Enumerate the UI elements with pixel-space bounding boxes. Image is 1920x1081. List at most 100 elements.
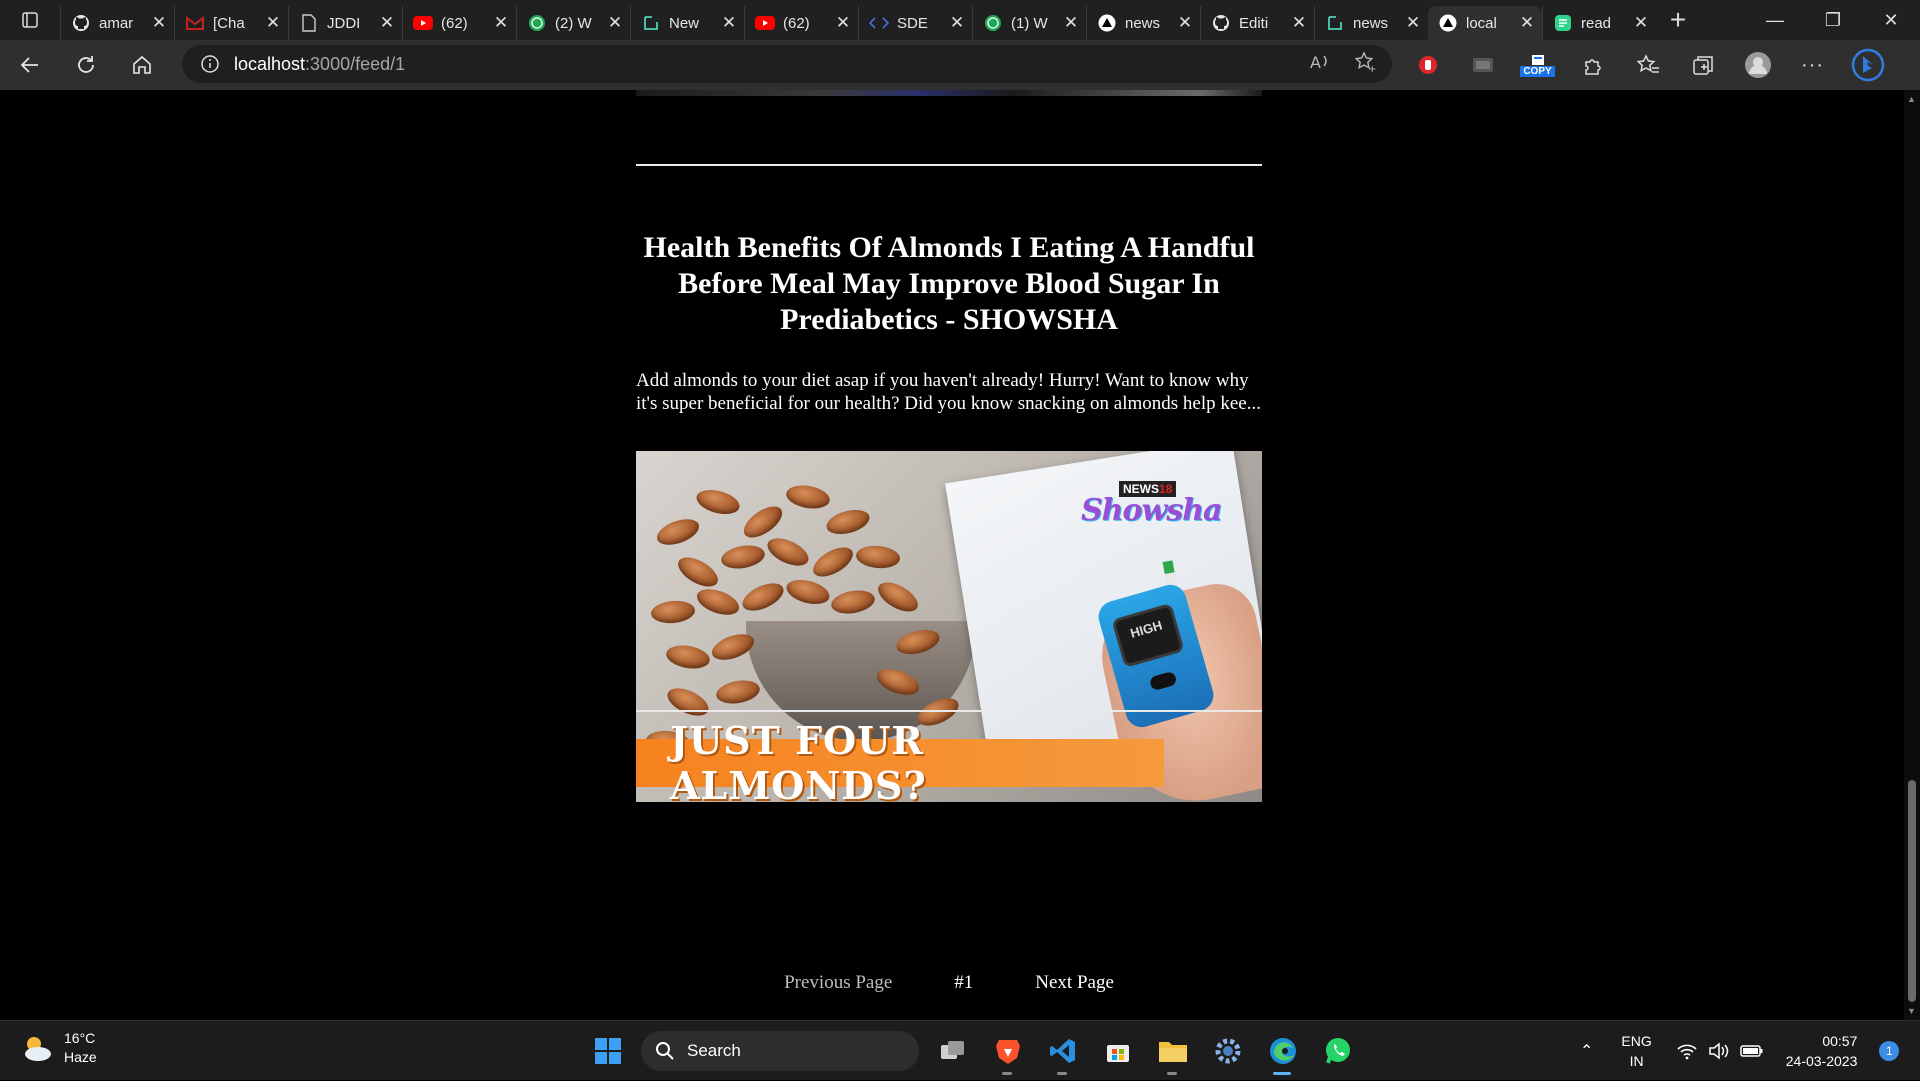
previous-page-button[interactable]: Previous Page [784, 972, 892, 994]
add-favorite-icon[interactable]: + [1354, 51, 1376, 73]
edge-app[interactable] [1255, 1027, 1310, 1075]
running-indicator [1057, 1072, 1067, 1075]
new-tab-button[interactable]: + [1656, 0, 1700, 40]
page-viewport: Health Benefits Of Almonds I Eating A Ha… [0, 90, 1904, 1020]
collections-button[interactable] [1675, 44, 1730, 86]
start-button[interactable] [580, 1027, 635, 1075]
close-tab-icon[interactable]: ✕ [1176, 13, 1194, 33]
read-aloud-icon[interactable]: A [1310, 52, 1332, 72]
close-tab-icon[interactable]: ✕ [606, 13, 624, 33]
tab-label: (62) [783, 14, 810, 32]
close-tab-icon[interactable]: ✕ [264, 13, 282, 33]
browser-tab[interactable]: news ✕ [1086, 6, 1200, 40]
running-indicator [1273, 1072, 1291, 1075]
tab-label: (62) [441, 14, 468, 32]
site-info-icon[interactable] [200, 54, 220, 74]
bing-chat-button[interactable] [1840, 44, 1895, 86]
back-button[interactable] [4, 45, 56, 85]
almond [873, 576, 923, 618]
previous-article-image[interactable] [636, 90, 1262, 96]
close-tab-icon[interactable]: ✕ [1290, 13, 1308, 33]
almond [719, 542, 767, 572]
profile-button[interactable] [1730, 44, 1785, 86]
tab-label: New [669, 14, 700, 32]
close-tab-icon[interactable]: ✕ [720, 13, 738, 33]
restore-button[interactable]: ❐ [1804, 0, 1862, 40]
close-window-button[interactable]: ✕ [1862, 0, 1920, 40]
browser-tab[interactable]: news ✕ [1314, 6, 1428, 40]
browser-tab[interactable]: SDE ✕ [858, 6, 972, 40]
taskbar-search[interactable]: Search [641, 1031, 919, 1071]
notification-badge[interactable]: 1 [1879, 1041, 1900, 1061]
scrollbar-thumb[interactable] [1908, 780, 1916, 1002]
close-tab-icon[interactable]: ✕ [1404, 13, 1422, 33]
extensions-button[interactable] [1565, 44, 1620, 86]
extension-adblock-button[interactable] [1400, 44, 1455, 86]
article-title[interactable]: Health Benefits Of Almonds I Eating A Ha… [636, 230, 1262, 338]
close-tab-icon[interactable]: ✕ [378, 13, 396, 33]
tab-label: read [1581, 14, 1612, 32]
browser-tab[interactable]: read ✕ [1542, 6, 1656, 40]
vscode-app[interactable] [1035, 1027, 1090, 1075]
almond [829, 587, 877, 617]
settings-more-button[interactable]: ··· [1785, 44, 1840, 86]
clock[interactable]: 00:57 24-03-2023 [1786, 1031, 1858, 1071]
image-banner: JUST FOUR ALMONDS? [636, 718, 1164, 802]
close-tab-icon[interactable]: ✕ [1518, 13, 1536, 33]
whatsapp-app[interactable] [1310, 1027, 1365, 1075]
tab-label: news [1353, 14, 1389, 32]
close-tab-icon[interactable]: ✕ [948, 13, 966, 33]
scroll-up-arrow-icon[interactable]: ▲ [1907, 94, 1916, 104]
close-tab-icon[interactable]: ✕ [1632, 13, 1650, 33]
browser-tab[interactable]: JDDI ✕ [288, 6, 402, 40]
browser-tab[interactable]: (62) ✕ [744, 6, 858, 40]
youtube-icon [755, 13, 775, 33]
file-explorer-app[interactable] [1145, 1027, 1200, 1075]
weather-widget[interactable]: 16°C Haze [20, 1029, 97, 1067]
task-view-button[interactable] [925, 1027, 980, 1075]
battery-icon[interactable] [1740, 1043, 1764, 1059]
browser-tab[interactable]: [Cha ✕ [174, 6, 288, 40]
scroll-down-arrow-icon[interactable]: ▼ [1907, 1006, 1916, 1016]
page-scrollbar[interactable]: ▲ ▼ [1904, 90, 1920, 1020]
url-host: localhost [234, 53, 306, 74]
browser-tab[interactable]: local ✕ [1428, 6, 1542, 40]
brave-app[interactable] [980, 1027, 1035, 1075]
region-code: IN [1629, 1053, 1644, 1069]
minimize-button[interactable]: — [1746, 0, 1804, 40]
settings-app[interactable] [1200, 1027, 1255, 1075]
language-indicator[interactable]: ENG IN [1621, 1031, 1651, 1071]
browser-tab[interactable]: New ✕ [630, 6, 744, 40]
browser-toolbar: localhost:3000/feed/1 A + COPY ··· [0, 40, 1920, 90]
volume-icon[interactable] [1708, 1042, 1730, 1060]
almond [714, 677, 762, 707]
home-button[interactable] [116, 45, 168, 85]
extension-copy-button[interactable]: COPY [1510, 44, 1565, 86]
article-image[interactable]: HIGH NEWS18 Showsha JUST FOUR ALMONDS? [636, 451, 1262, 802]
close-tab-icon[interactable]: ✕ [834, 13, 852, 33]
running-indicator [1167, 1072, 1177, 1075]
tab-actions-button[interactable] [0, 0, 60, 40]
next-page-button[interactable]: Next Page [1035, 972, 1114, 994]
windows-taskbar: 16°C Haze Search ⌃ ENG IN 00:57 24-03-20… [0, 1020, 1920, 1080]
whatsapp-icon [1325, 1038, 1350, 1064]
tray-overflow-chevron-icon[interactable]: ⌃ [1580, 1041, 1593, 1061]
close-tab-icon[interactable]: ✕ [150, 13, 168, 33]
favorites-button[interactable] [1620, 44, 1675, 86]
wifi-icon[interactable] [1676, 1042, 1698, 1060]
language-code: ENG [1621, 1033, 1652, 1049]
refresh-button[interactable] [60, 45, 112, 85]
url-text[interactable]: localhost:3000/feed/1 [234, 54, 405, 75]
browser-tab[interactable]: (1) W ✕ [972, 6, 1086, 40]
tab-label: Editi [1239, 14, 1269, 32]
close-tab-icon[interactable]: ✕ [492, 13, 510, 33]
browser-tab[interactable]: (62) ✕ [402, 6, 516, 40]
microsoft-store-app[interactable] [1090, 1027, 1145, 1075]
bing-icon [1851, 48, 1884, 82]
close-tab-icon[interactable]: ✕ [1062, 13, 1080, 33]
browser-tab[interactable]: amar ✕ [60, 6, 174, 40]
browser-tab[interactable]: Editi ✕ [1200, 6, 1314, 40]
browser-tab[interactable]: (2) W ✕ [516, 6, 630, 40]
address-bar[interactable]: localhost:3000/feed/1 A + [182, 45, 1392, 83]
extension-screen-button[interactable] [1455, 44, 1510, 86]
